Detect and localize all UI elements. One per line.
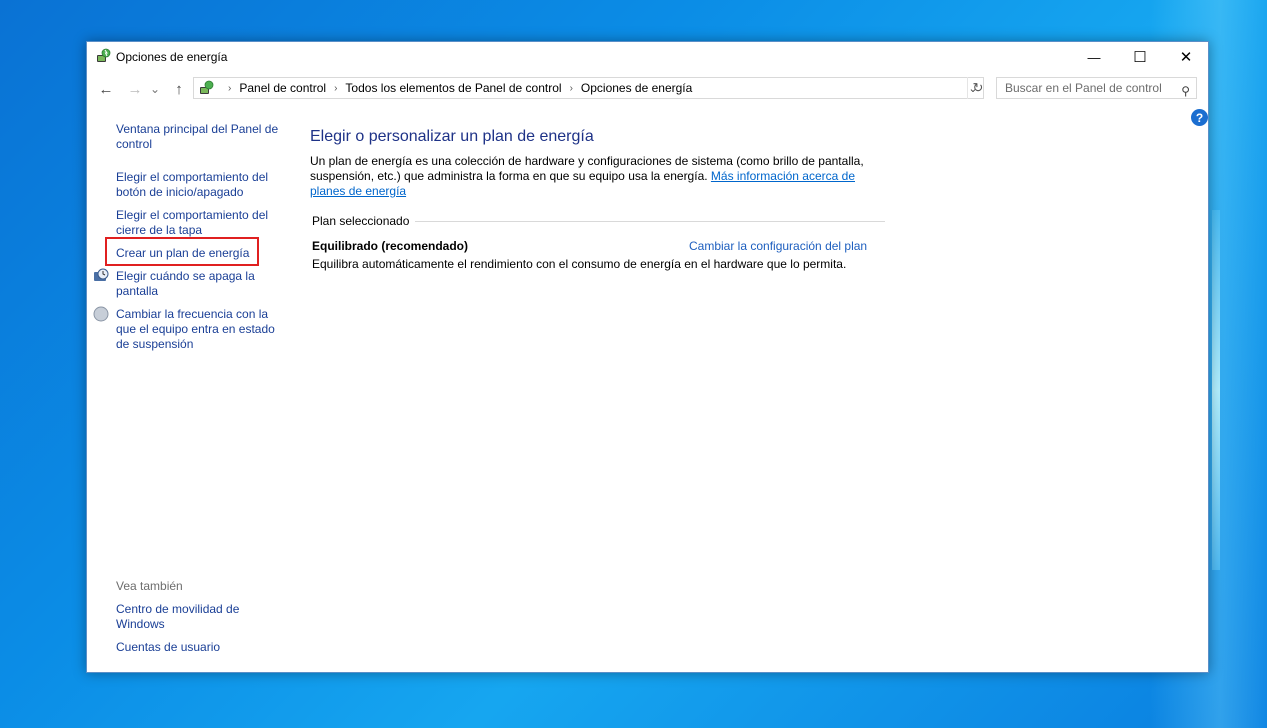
page-title: Elegir o personalizar un plan de energía (310, 128, 594, 145)
navigation-bar: ← → ⌄ ↑ › Panel de control › Todos los e… (87, 74, 1208, 104)
address-bar[interactable]: › Panel de control › Todos los elementos… (193, 77, 984, 99)
see-also-mobility-center[interactable]: Centro de movilidad de Windows (116, 602, 284, 632)
plan-name: Equilibrado (recomendado) (312, 239, 469, 253)
sidebar-item-lid-close-behavior[interactable]: Elegir el comportamiento del cierre de l… (116, 208, 284, 238)
sidebar-item-power-button-behavior[interactable]: Elegir el comportamiento del botón de in… (116, 170, 284, 200)
sleep-moon-icon (93, 306, 109, 322)
power-options-icon (200, 80, 214, 94)
sidebar-item-display-off-time[interactable]: Elegir cuándo se apaga la pantalla (116, 269, 284, 299)
group-divider (415, 221, 885, 222)
breadcrumb-separator: › (228, 82, 232, 94)
title-bar[interactable]: Opciones de energía — ☐ ✕ (87, 42, 1208, 72)
control-panel-window: Opciones de energía — ☐ ✕ ← → ⌄ ↑ › Pane… (86, 41, 1209, 673)
close-button[interactable]: ✕ (1163, 42, 1209, 72)
page-description: Un plan de energía es una colección de h… (310, 154, 890, 199)
change-plan-settings-link[interactable]: Cambiar la configuración del plan (689, 239, 867, 253)
up-arrow-icon[interactable]: ↑ (168, 78, 190, 100)
plan-description: Equilibra automáticamente el rendimiento… (312, 257, 847, 271)
window-title: Opciones de energía (116, 50, 228, 64)
see-also-user-accounts[interactable]: Cuentas de usuario (116, 640, 284, 655)
display-clock-icon (94, 268, 109, 281)
forward-arrow-icon[interactable]: → (124, 78, 146, 100)
search-input[interactable]: Buscar en el Panel de control ⚲ (996, 77, 1197, 99)
breadcrumb-separator[interactable]: › (334, 83, 337, 94)
back-arrow-icon[interactable]: ← (95, 78, 117, 100)
breadcrumb-control-panel[interactable]: Panel de control (239, 81, 326, 95)
see-also-heading: Vea también (116, 579, 183, 593)
help-icon[interactable]: ? (1191, 109, 1208, 126)
sidebar-item-control-panel-home[interactable]: Ventana principal del Panel de control (116, 122, 284, 152)
refresh-icon[interactable]: ↻ (967, 77, 988, 99)
recent-locations-chevron-icon[interactable]: ⌄ (148, 78, 162, 100)
desktop-glow-line (1212, 210, 1220, 570)
breadcrumb-power-options[interactable]: Opciones de energía (581, 81, 692, 95)
minimize-button[interactable]: — (1071, 42, 1117, 72)
selected-plan-group-label: Plan seleccionado (312, 214, 410, 228)
highlight-box (105, 237, 259, 266)
search-placeholder: Buscar en el Panel de control (1005, 81, 1162, 95)
breadcrumb-separator[interactable]: › (570, 83, 573, 94)
sidebar-item-sleep-frequency[interactable]: Cambiar la frecuencia con la que el equi… (116, 307, 284, 352)
power-options-icon (97, 48, 111, 62)
breadcrumb-all-items[interactable]: Todos los elementos de Panel de control (345, 81, 561, 95)
search-icon[interactable]: ⚲ (1181, 81, 1190, 101)
maximize-button[interactable]: ☐ (1117, 42, 1163, 72)
